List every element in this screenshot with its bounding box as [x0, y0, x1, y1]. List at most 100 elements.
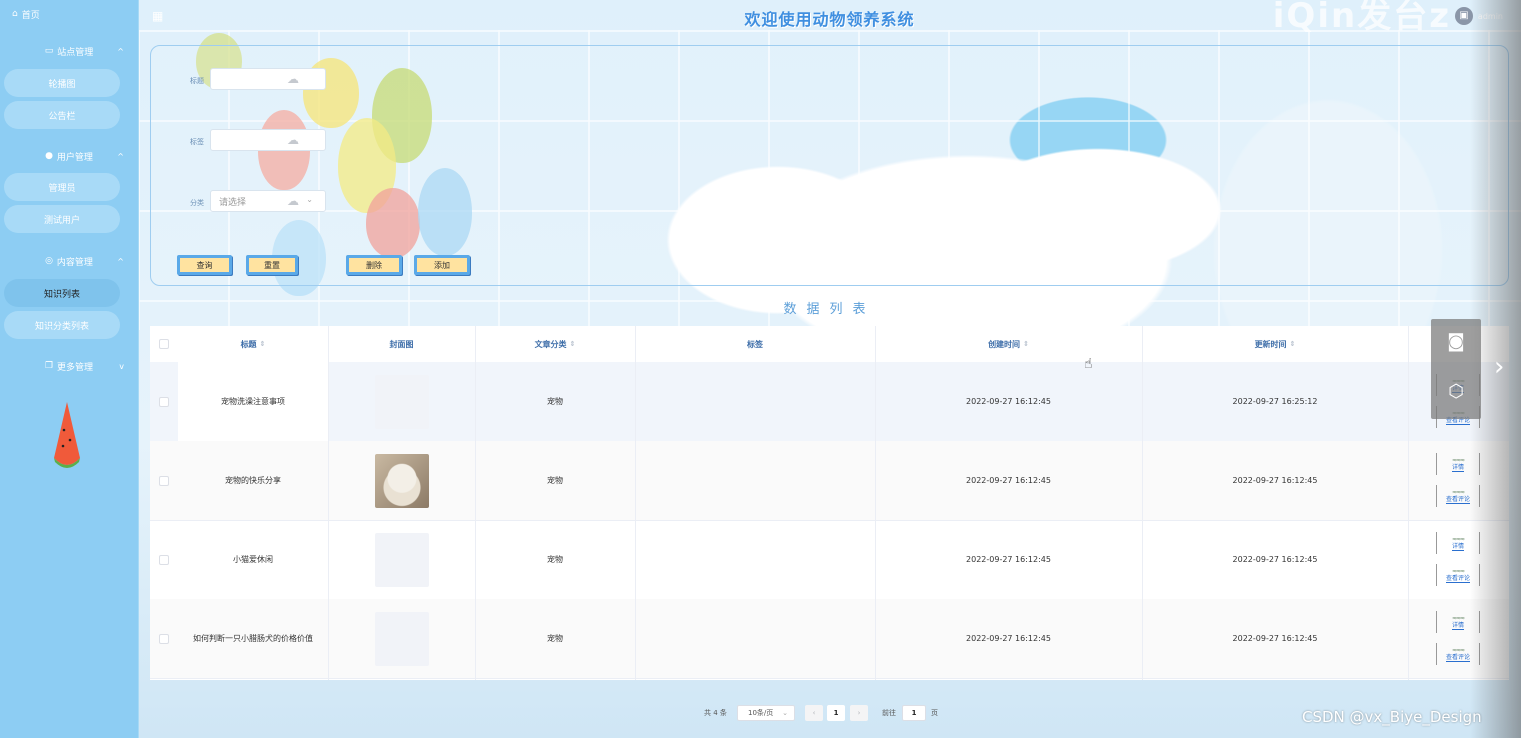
sidebar-group-content[interactable]: ◎ 内容管理 ^ — [0, 250, 138, 272]
page-size-select[interactable]: 10条/页 ⌄ — [737, 705, 795, 721]
cell-tags — [635, 599, 875, 678]
chevron-right-icon[interactable]: › — [1494, 352, 1504, 382]
detail-button-label: 详情 — [1451, 621, 1464, 630]
title-label: 标题 — [190, 77, 204, 85]
reset-button[interactable]: 重置 — [246, 255, 298, 275]
table-row[interactable]: 如何判断一只小腊肠犬的价格价值 宠物 2022-09-27 16:12:45 2… — [150, 599, 1509, 679]
search-panel — [150, 45, 1509, 286]
sidebar: ⌂ 首页 ▭ 站点管理 ^ 轮播图 公告栏 ● 用户管理 ^ 管理员 测试用户 … — [0, 0, 139, 738]
sidebar-group-label: 站点管理 — [57, 47, 94, 58]
sidebar-home[interactable]: ⌂ 首页 — [0, 0, 138, 28]
detail-button-label: 详情 — [1451, 463, 1464, 472]
table-row[interactable]: 宠物的快乐分享 宠物 2022-09-27 16:12:45 2022-09-2… — [150, 441, 1509, 521]
sidebar-item-knowledge-list[interactable]: 知识列表 — [4, 279, 120, 307]
view-comments-button-label: 查看评论 — [1445, 574, 1470, 583]
cell-created: 2022-09-27 16:12:45 — [966, 476, 1051, 485]
sidebar-item-knowledge-category[interactable]: 知识分类列表 — [4, 311, 120, 339]
sidebar-group-label: 用户管理 — [56, 152, 93, 163]
page-unit-label: 页 — [931, 709, 938, 717]
header-updated-label: 更新时间 — [1254, 339, 1287, 349]
sidebar-group-more[interactable]: ❐ 更多管理 v — [0, 355, 138, 377]
tag-label: 标签 — [190, 138, 204, 146]
table-row[interactable]: 小猫爱休闲 宠物 2022-09-27 16:12:45 2022-09-27 … — [150, 520, 1509, 600]
header-tags: 标签 — [635, 326, 875, 362]
sort-icon[interactable]: ⇕ — [570, 340, 576, 348]
query-button[interactable]: 查询 — [177, 255, 232, 275]
sidebar-item-label: 知识列表 — [43, 289, 80, 300]
select-all-checkbox[interactable] — [159, 339, 169, 349]
cell-created: 2022-09-27 16:12:45 — [966, 634, 1051, 643]
row-select-cell — [150, 520, 178, 599]
hand-cursor-icon: ☝ — [1084, 356, 1093, 372]
prev-page-button[interactable]: ‹ — [805, 705, 823, 721]
camera-icon[interactable]: ◙ — [1445, 331, 1467, 353]
chevron-up-icon: ^ — [117, 256, 124, 266]
row-select-cell — [150, 362, 178, 441]
ornament-icon: ≈≈≈ — [1451, 614, 1465, 622]
header-title-label: 标题 — [240, 339, 257, 349]
category-select[interactable]: 请选择 ☁ ⌄ — [210, 190, 326, 212]
chevron-up-icon: ^ — [117, 46, 124, 56]
row-checkbox[interactable] — [159, 633, 169, 644]
header-created[interactable]: 创建时间 ⇕ — [875, 326, 1142, 362]
pagination-total: 共 4 条 — [704, 709, 727, 717]
column-divider — [635, 326, 636, 680]
data-table: 标题 ⇕ 封面图 文章分类 ⇕ 标签 创建时间 ⇕ 更新时间 ⇕ 宠物洗澡注意事项 宠物… — [150, 326, 1509, 680]
goto-page-input[interactable]: 1 — [902, 705, 926, 721]
home-icon: ⌂ — [12, 9, 18, 19]
sidebar-item-label: 公告栏 — [48, 111, 76, 122]
delete-button[interactable]: 删除 — [346, 255, 402, 275]
sort-icon[interactable]: ⇕ — [1023, 340, 1029, 348]
add-button[interactable]: 添加 — [414, 255, 470, 275]
cell-title: 宠物的快乐分享 — [225, 476, 281, 485]
watermelon-decoration — [54, 402, 80, 468]
cell-cover — [328, 520, 475, 599]
row-checkbox[interactable] — [159, 475, 169, 486]
header-created-label: 创建时间 — [988, 339, 1021, 349]
table-row[interactable]: 宠物洗澡注意事项 宠物 2022-09-27 16:12:45 2022-09-… — [150, 362, 1509, 442]
cloud-icon: ☁ — [287, 133, 299, 147]
cell-updated: 2022-09-27 16:12:45 — [1232, 555, 1318, 564]
sidebar-home-label: 首页 — [21, 10, 40, 21]
sort-icon[interactable]: ⇕ — [260, 340, 266, 348]
cover-image — [374, 611, 429, 666]
chevron-down-icon: v — [119, 361, 124, 371]
sidebar-item-test-user[interactable]: 测试用户 — [4, 205, 120, 233]
sidebar-group-users[interactable]: ● 用户管理 ^ — [0, 145, 138, 167]
sidebar-item-notice[interactable]: 公告栏 — [4, 101, 120, 129]
ornament-icon: ≈≈≈ — [1451, 567, 1465, 575]
view-comments-button-label: 查看评论 — [1445, 495, 1470, 504]
header-title[interactable]: 标题 ⇕ — [178, 326, 328, 362]
tag-input[interactable]: ☁ — [210, 129, 326, 151]
sidebar-group-site[interactable]: ▭ 站点管理 ^ — [0, 40, 138, 62]
watermark: CSDN @vx_Biye_Design — [1302, 708, 1482, 726]
cell-category: 宠物 — [547, 476, 563, 485]
ornament-icon: ≈≈≈ — [1451, 535, 1465, 543]
sort-icon[interactable]: ⇕ — [1290, 340, 1296, 348]
cell-tags — [635, 362, 875, 441]
sidebar-item-label: 轮播图 — [48, 79, 76, 90]
column-divider — [1408, 326, 1409, 680]
header-tags-label: 标签 — [747, 339, 763, 349]
cell-category: 宠物 — [547, 555, 563, 564]
cell-cover — [328, 441, 475, 520]
row-checkbox[interactable] — [159, 396, 169, 407]
ornament-icon: ≈≈≈ — [1451, 488, 1465, 496]
title-input[interactable]: ☁ — [210, 68, 326, 90]
row-checkbox[interactable] — [159, 554, 169, 565]
cell-title: 如何判断一只小腊肠犬的价格价值 — [193, 634, 313, 643]
sidebar-item-label: 管理员 — [48, 183, 76, 194]
next-page-button[interactable]: › — [850, 705, 868, 721]
page-number-current[interactable]: 1 — [827, 705, 845, 721]
column-divider — [875, 326, 876, 680]
monitor-icon: ▭ — [44, 46, 54, 56]
header-category[interactable]: 文章分类 ⇕ — [475, 326, 635, 362]
sidebar-item-admin[interactable]: 管理员 — [4, 173, 120, 201]
category-label: 分类 — [190, 199, 204, 207]
shield-icon[interactable]: ⬡ — [1445, 381, 1467, 403]
header-updated[interactable]: 更新时间 ⇕ — [1142, 326, 1408, 362]
header-cover-label: 封面图 — [389, 339, 414, 349]
ornament-icon: ≈≈≈ — [1451, 456, 1465, 464]
pagination: 共 4 条 10条/页 ⌄ ‹ 1 › 前往 1 页 — [0, 705, 1521, 721]
sidebar-item-carousel[interactable]: 轮播图 — [4, 69, 120, 97]
